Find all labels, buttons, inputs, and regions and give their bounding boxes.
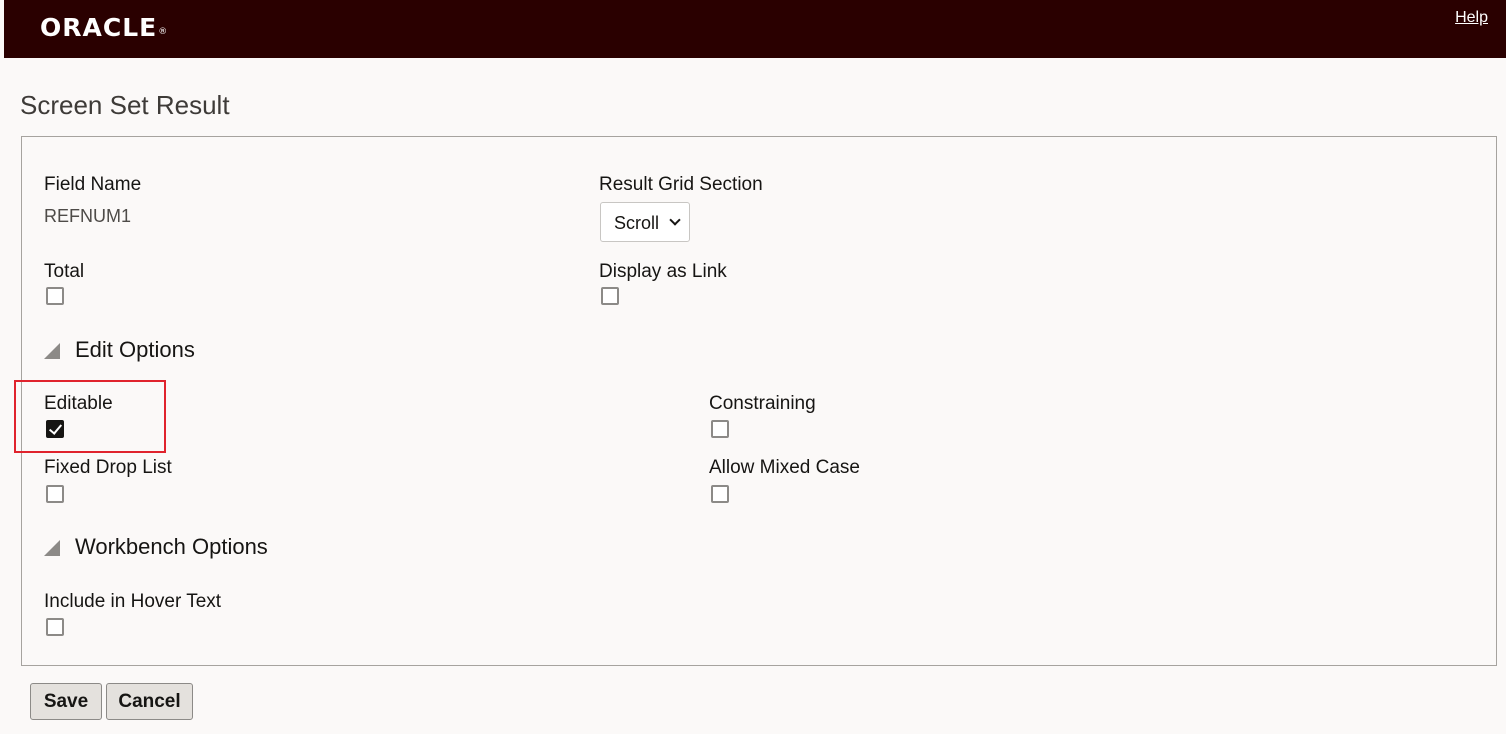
- page: ORACLE® Help Screen Set Result Field Nam…: [0, 0, 1506, 734]
- registered-mark: ®: [158, 27, 169, 37]
- editable-highlight-box: [14, 380, 166, 453]
- display-as-link-checkbox[interactable]: [601, 287, 619, 305]
- page-title: Screen Set Result: [20, 90, 230, 120]
- save-button[interactable]: Save: [30, 683, 102, 720]
- field-name-value: REFNUM1: [44, 206, 132, 226]
- edit-options-toggle[interactable]: Edit Options: [44, 337, 244, 363]
- include-hover-text-checkbox[interactable]: [46, 618, 64, 636]
- field-name-label: Field Name: [44, 174, 142, 195]
- edit-options-header: Edit Options: [75, 337, 195, 362]
- allow-mixed-case-label: Allow Mixed Case: [709, 457, 860, 478]
- triangle-expanded-icon: [44, 540, 60, 556]
- editable-label: Editable: [44, 393, 113, 414]
- help-link[interactable]: Help: [1455, 9, 1488, 27]
- workbench-options-toggle[interactable]: Workbench Options: [44, 534, 294, 560]
- include-hover-text-label: Include in Hover Text: [44, 591, 222, 612]
- oracle-logo: ORACLE®: [40, 12, 168, 44]
- chevron-down-icon: [669, 214, 681, 226]
- result-grid-section-label: Result Grid Section: [599, 174, 763, 195]
- fixed-drop-list-checkbox[interactable]: [46, 485, 64, 503]
- top-header-bar: ORACLE® Help: [4, 0, 1506, 58]
- logo-text: ORACLE: [40, 13, 158, 42]
- cancel-button[interactable]: Cancel: [106, 683, 193, 720]
- result-grid-section-value: Scroll: [614, 213, 660, 233]
- total-checkbox[interactable]: [46, 287, 64, 305]
- constraining-label: Constraining: [709, 393, 816, 414]
- total-label: Total: [44, 261, 85, 282]
- triangle-expanded-icon: [44, 343, 60, 359]
- fixed-drop-list-label: Fixed Drop List: [44, 457, 172, 478]
- constraining-checkbox[interactable]: [711, 420, 729, 438]
- workbench-options-header: Workbench Options: [75, 534, 268, 559]
- allow-mixed-case-checkbox[interactable]: [711, 485, 729, 503]
- editable-checkbox[interactable]: [46, 420, 64, 438]
- display-as-link-label: Display as Link: [599, 261, 727, 282]
- result-grid-section-select[interactable]: Scroll: [600, 202, 690, 242]
